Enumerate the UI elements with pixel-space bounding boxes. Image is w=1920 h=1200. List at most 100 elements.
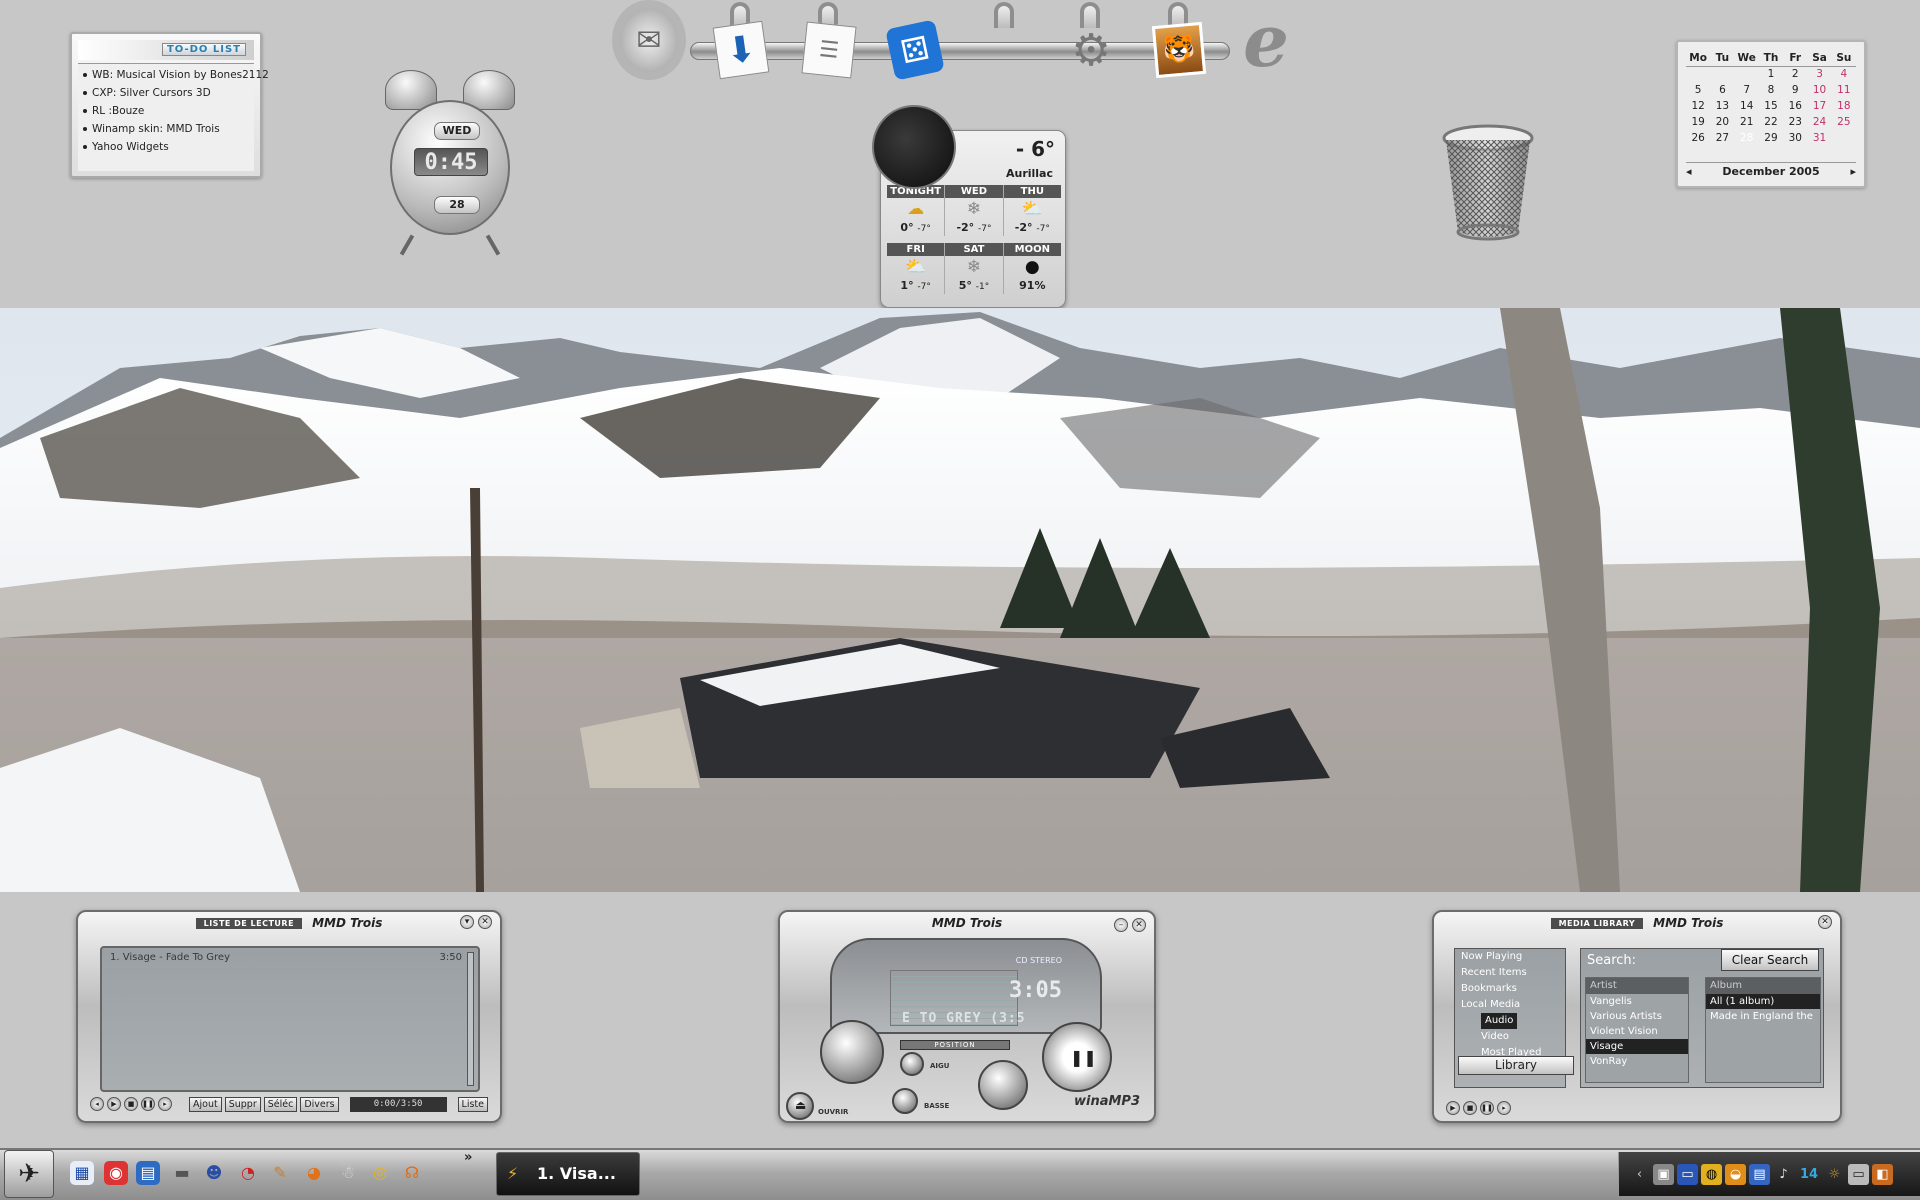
album-column[interactable]: Album All (1 album) Made in England the (1705, 977, 1821, 1083)
balance-knob[interactable] (978, 1060, 1028, 1110)
playlist-tracks[interactable]: 1. Visage - Fade To Grey 3:50 (100, 946, 480, 1092)
calendar-day[interactable]: 14 (1735, 98, 1759, 114)
start-button[interactable]: ✈ (4, 1150, 54, 1198)
quicklaunch-app-icon[interactable]: ◉ (104, 1161, 128, 1185)
tree-item-video[interactable]: Video (1455, 1029, 1565, 1045)
tree-item-bookmarks[interactable]: Bookmarks (1455, 981, 1565, 997)
dock-item-mail[interactable]: ✉ (612, 0, 696, 90)
tray-sun-icon[interactable]: ☼ (1824, 1164, 1845, 1185)
quicklaunch-chrome-icon[interactable]: ◔ (236, 1161, 260, 1185)
tray-arrow-icon[interactable]: ‹ (1629, 1164, 1650, 1185)
calendar-day[interactable]: 21 (1735, 114, 1759, 130)
calendar-day[interactable]: 3 (1807, 66, 1831, 82)
prev-month-button[interactable]: ◂ (1686, 165, 1692, 178)
calendar-day[interactable]: 24 (1807, 114, 1831, 130)
quicklaunch-brush-icon[interactable]: ✎ (268, 1161, 292, 1185)
calendar-day[interactable]: 23 (1783, 114, 1807, 130)
alarm-clock-widget[interactable]: WED 0:45 28 (385, 70, 515, 260)
tray-globe-icon[interactable]: ◍ (1701, 1163, 1722, 1185)
bass-knob[interactable] (892, 1088, 918, 1114)
tray-network-icon[interactable]: ▤ (1749, 1163, 1770, 1185)
dock-item-settings[interactable]: ⚙ (1048, 0, 1132, 90)
add-button[interactable]: Ajout (189, 1096, 222, 1112)
eject-button[interactable]: ⏏ (786, 1092, 814, 1120)
calendar-day[interactable]: 10 (1807, 82, 1831, 98)
calendar-day[interactable]: 25 (1832, 114, 1856, 130)
quicklaunch-calendar-icon[interactable]: ▦ (70, 1161, 94, 1185)
remove-button[interactable]: Suppr (224, 1096, 261, 1112)
stop-icon[interactable]: ■ (1463, 1101, 1477, 1115)
artist-item[interactable]: Various Artists (1586, 1009, 1688, 1024)
calendar-day[interactable]: 2 (1783, 66, 1807, 82)
calendar-day[interactable]: 29 (1759, 130, 1783, 146)
calendar-day[interactable]: 17 (1807, 98, 1831, 114)
artist-item[interactable]: Violent Vision (1586, 1024, 1688, 1039)
calendar-day[interactable]: 7 (1735, 82, 1759, 98)
next-month-button[interactable]: ▸ (1850, 165, 1856, 178)
tray-camera-icon[interactable]: ▣ (1653, 1163, 1674, 1185)
playlist-titlebar[interactable]: LISTE DE LECTURE MMD Trois (78, 916, 500, 930)
tray-monitor-icon[interactable]: ▭ (1677, 1163, 1698, 1185)
calendar-day[interactable]: 27 (1710, 130, 1734, 146)
player-titlebar[interactable]: MMD Trois (780, 916, 1154, 930)
transport-wheel[interactable]: ❚❚ (1042, 1022, 1112, 1092)
clear-search-button[interactable]: Clear Search (1721, 949, 1819, 971)
prev-icon[interactable]: ◂ (90, 1097, 104, 1111)
dock-item-empty[interactable] (962, 0, 1046, 90)
todo-item[interactable]: CXP: Silver Cursors 3D (83, 84, 254, 102)
quicklaunch-users-icon[interactable]: ☻ (202, 1161, 226, 1185)
tree-item-recent[interactable]: Recent Items (1455, 965, 1565, 981)
calendar-day[interactable]: 16 (1783, 98, 1807, 114)
quicklaunch-memory-icon[interactable]: ▬ (170, 1161, 194, 1185)
calendar-day[interactable]: 4 (1832, 66, 1856, 82)
calendar-day[interactable]: 6 (1710, 82, 1734, 98)
calendar-day[interactable]: 20 (1710, 114, 1734, 130)
play-icon[interactable]: ▶ (107, 1097, 121, 1111)
tray-palette-icon[interactable]: ◧ (1872, 1163, 1893, 1185)
select-button[interactable]: Séléc (263, 1096, 298, 1112)
artist-item[interactable]: Vangelis (1586, 994, 1688, 1009)
calendar-day[interactable]: 18 (1832, 98, 1856, 114)
tray-clock[interactable]: 14 (1797, 1164, 1821, 1185)
calendar-day[interactable]: 1 (1759, 66, 1783, 82)
library-button[interactable]: Library (1458, 1056, 1574, 1075)
close-button[interactable]: ✕ (1818, 915, 1832, 929)
todo-item[interactable]: RL :Bouze (83, 102, 254, 120)
calendar-day[interactable]: 19 (1686, 114, 1710, 130)
stop-icon[interactable]: ■ (124, 1097, 138, 1111)
album-item[interactable]: Made in England the (1706, 1009, 1820, 1024)
album-header[interactable]: Album (1706, 978, 1820, 994)
recycle-bin-icon[interactable] (1440, 124, 1536, 244)
tray-app-icon[interactable]: ◒ (1725, 1163, 1746, 1185)
dock-item-browser[interactable]: e (1226, 0, 1310, 90)
calendar-day[interactable]: 9 (1783, 82, 1807, 98)
tray-speaker-icon[interactable]: ♪ (1773, 1164, 1794, 1185)
play-icon[interactable]: ▶ (1446, 1101, 1460, 1115)
taskbar-winamp-button[interactable]: ⚡ 1. Visa... (496, 1152, 640, 1196)
minimize-button[interactable]: – (1114, 918, 1128, 932)
playback-time[interactable]: 3:05 (1009, 978, 1062, 1003)
artist-header[interactable]: Artist (1586, 978, 1688, 994)
quicklaunch-network-icon[interactable]: ▤ (136, 1161, 160, 1185)
quicklaunch-headphones-icon[interactable]: ☊ (400, 1161, 424, 1185)
playlist-track[interactable]: 1. Visage - Fade To Grey 3:50 (102, 948, 478, 963)
quicklaunch-firefox-icon[interactable]: ◕ (302, 1161, 326, 1185)
artist-column[interactable]: Artist Vangelis Various Artists Violent … (1585, 977, 1689, 1083)
calendar-day[interactable]: 8 (1759, 82, 1783, 98)
position-slider[interactable]: POSITION (900, 1040, 1010, 1050)
next-icon[interactable]: ▸ (158, 1097, 172, 1111)
playlist-scrollbar[interactable] (467, 952, 474, 1086)
tree-item-local-media[interactable]: Local Media (1455, 997, 1565, 1013)
dock-item-download[interactable]: ⬇ (698, 0, 782, 90)
calendar-day[interactable]: 22 (1759, 114, 1783, 130)
calendar-day[interactable]: 30 (1783, 130, 1807, 146)
quicklaunch-alien-icon[interactable]: ☃ (336, 1161, 360, 1185)
calendar-day[interactable]: 5 (1686, 82, 1710, 98)
calendar-day[interactable]: 28 (1735, 130, 1759, 146)
pause-icon[interactable]: ❚❚ (1480, 1101, 1494, 1115)
dock-item-photo[interactable]: 🐯 (1136, 0, 1220, 90)
artist-item[interactable]: VonRay (1586, 1054, 1688, 1069)
artist-item[interactable]: Visage (1586, 1039, 1688, 1054)
misc-button[interactable]: Divers (300, 1096, 339, 1112)
tray-screen-icon[interactable]: ▭ (1848, 1163, 1869, 1185)
